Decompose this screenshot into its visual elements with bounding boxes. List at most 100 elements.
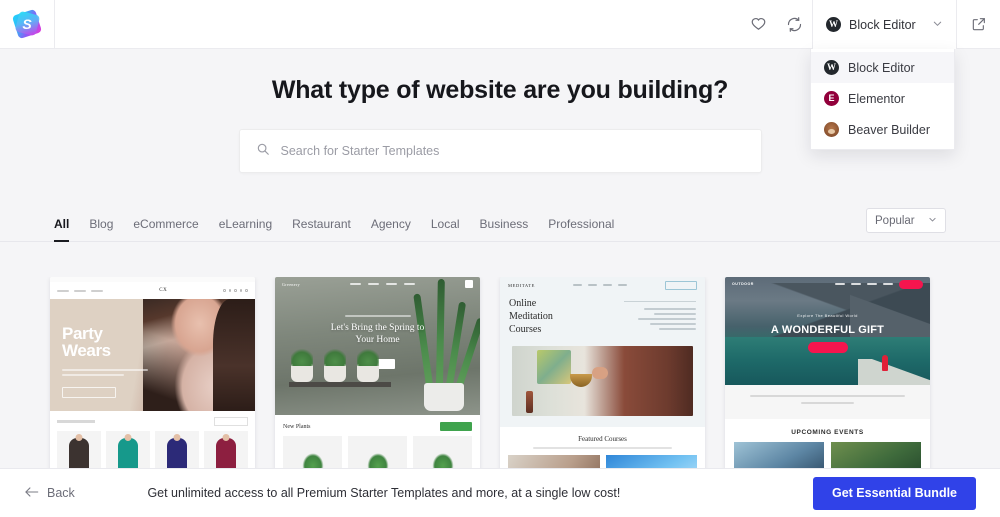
editor-selector-button[interactable]: Block Editor xyxy=(812,0,957,49)
nav-links xyxy=(57,289,103,292)
template-card-spring-home-plants[interactable]: Greenery Let's Bring the Spring to Your H… xyxy=(275,277,480,468)
template-brand: OUTDOOR xyxy=(732,282,754,286)
external-link-icon[interactable] xyxy=(957,0,1000,48)
tab-all[interactable]: All xyxy=(54,217,70,242)
plant-thumb xyxy=(348,436,407,468)
dropdown-option-label: Elementor xyxy=(848,91,905,106)
dropdown-option-block-editor[interactable]: Block Editor xyxy=(811,52,954,83)
hero-title: A WONDERFUL GIFT xyxy=(770,324,885,336)
tab-elearning[interactable]: eLearning xyxy=(219,217,272,241)
new-plants-header: New Plants xyxy=(283,422,472,431)
refresh-icon[interactable] xyxy=(776,6,812,42)
events-row xyxy=(734,442,921,468)
elementor-icon xyxy=(824,91,839,106)
wordpress-icon xyxy=(826,17,841,32)
template-hero: OUTDOOR Explore The Beautiful World A WO… xyxy=(725,277,930,385)
product-section xyxy=(50,411,255,468)
nav-cta-button xyxy=(899,279,923,289)
nav-icons xyxy=(223,289,248,292)
template-card-online-meditation-courses[interactable]: MEDITATE Online Meditation Courses Featu… xyxy=(500,277,705,468)
product-thumb xyxy=(106,431,150,468)
nav-links xyxy=(350,283,416,285)
hero-eyebrow: Explore The Beautiful World xyxy=(797,313,858,318)
hero-eyebrow xyxy=(344,315,411,317)
product-section-header xyxy=(57,417,248,426)
tab-local[interactable]: Local xyxy=(431,217,460,241)
tab-blog[interactable]: Blog xyxy=(89,217,113,241)
search-input[interactable] xyxy=(280,144,745,158)
plant-thumb xyxy=(283,436,342,468)
template-nav: MEDITATE xyxy=(500,277,705,293)
tab-professional[interactable]: Professional xyxy=(548,217,614,241)
heart-icon[interactable] xyxy=(740,6,776,42)
nav-cta-button xyxy=(665,280,697,290)
template-card-party-wears[interactable]: CX Party Wears xyxy=(50,277,255,468)
sort-select[interactable]: Popular xyxy=(866,208,946,233)
template-brand: CX xyxy=(159,288,168,293)
template-nav: Greenery xyxy=(275,277,480,291)
hero-description xyxy=(624,297,696,336)
nav-links xyxy=(835,279,923,289)
category-tabs: All Blog eCommerce eLearning Restaurant … xyxy=(54,204,866,242)
hero-block: Online Meditation Courses xyxy=(500,293,705,336)
filter-bar: All Blog eCommerce eLearning Restaurant … xyxy=(0,204,1000,242)
template-nav: OUTDOOR xyxy=(725,277,930,291)
tab-business[interactable]: Business xyxy=(480,217,529,241)
template-grid: CX Party Wears Greenery Let's Bring the … xyxy=(0,277,1000,468)
chevron-down-icon xyxy=(928,215,937,227)
dropdown-option-beaver-builder[interactable]: Beaver Builder xyxy=(811,114,954,145)
product-row xyxy=(57,431,248,468)
plant-pot xyxy=(324,344,346,382)
template-brand: MEDITATE xyxy=(508,282,535,288)
logo-cell: S xyxy=(0,0,55,48)
template-card-outdoor-adventure[interactable]: OUTDOOR Explore The Beautiful World A WO… xyxy=(725,277,930,468)
beaver-builder-icon xyxy=(824,122,839,137)
plant-product-row xyxy=(283,436,472,468)
dropdown-option-label: Beaver Builder xyxy=(848,122,930,137)
section-title: UPCOMING EVENTS xyxy=(791,429,864,436)
search-icon xyxy=(256,142,270,161)
search-bar[interactable] xyxy=(238,129,762,173)
section-title: Featured Courses xyxy=(578,435,627,443)
chevron-down-icon xyxy=(932,16,943,34)
back-button-label: Back xyxy=(47,486,75,500)
hero-title: Online Meditation Courses xyxy=(509,298,553,335)
new-plants-section: New Plants xyxy=(275,415,480,468)
product-thumb xyxy=(204,431,248,468)
course-thumb xyxy=(605,455,697,468)
section-subtext xyxy=(532,447,673,449)
header-actions xyxy=(740,0,812,48)
tab-restaurant[interactable]: Restaurant xyxy=(292,217,351,241)
hero-plant-large xyxy=(413,278,480,411)
singing-bowl xyxy=(569,374,592,387)
hero-cta-button xyxy=(62,387,116,398)
template-hero: Party Wears xyxy=(50,299,255,411)
upcoming-events-section: UPCOMING EVENTS xyxy=(725,419,930,468)
hand xyxy=(591,367,608,379)
app-footer: Back Get unlimited access to all Premium… xyxy=(0,468,1000,517)
event-thumb xyxy=(831,442,921,468)
tab-ecommerce[interactable]: eCommerce xyxy=(133,217,198,241)
back-button[interactable]: Back xyxy=(24,486,75,501)
plant-pot xyxy=(424,383,464,411)
dropdown-option-elementor[interactable]: Elementor xyxy=(811,83,954,114)
hero-title: Party Wears xyxy=(62,324,111,361)
wall-art xyxy=(537,350,572,385)
plant-pots-row xyxy=(291,344,379,382)
course-row xyxy=(508,455,697,468)
starter-templates-logo: S xyxy=(11,8,43,40)
section-cta-button xyxy=(440,422,472,431)
featured-courses-section: Featured Courses xyxy=(500,427,705,468)
header-spacer xyxy=(55,0,740,48)
plant-thumb xyxy=(413,436,472,468)
editor-selector-label: Block Editor xyxy=(849,17,916,32)
plant-pot xyxy=(291,344,313,382)
template-nav: CX xyxy=(50,282,255,299)
hero-subtext xyxy=(62,369,148,378)
editor-selector-dropdown: Block Editor Elementor Beaver Builder xyxy=(810,49,955,150)
hero-image xyxy=(512,346,693,416)
product-thumb xyxy=(57,431,101,468)
get-essential-bundle-button[interactable]: Get Essential Bundle xyxy=(812,476,976,510)
tab-agency[interactable]: Agency xyxy=(371,217,411,241)
app-header: S Block Editor xyxy=(0,0,1000,49)
